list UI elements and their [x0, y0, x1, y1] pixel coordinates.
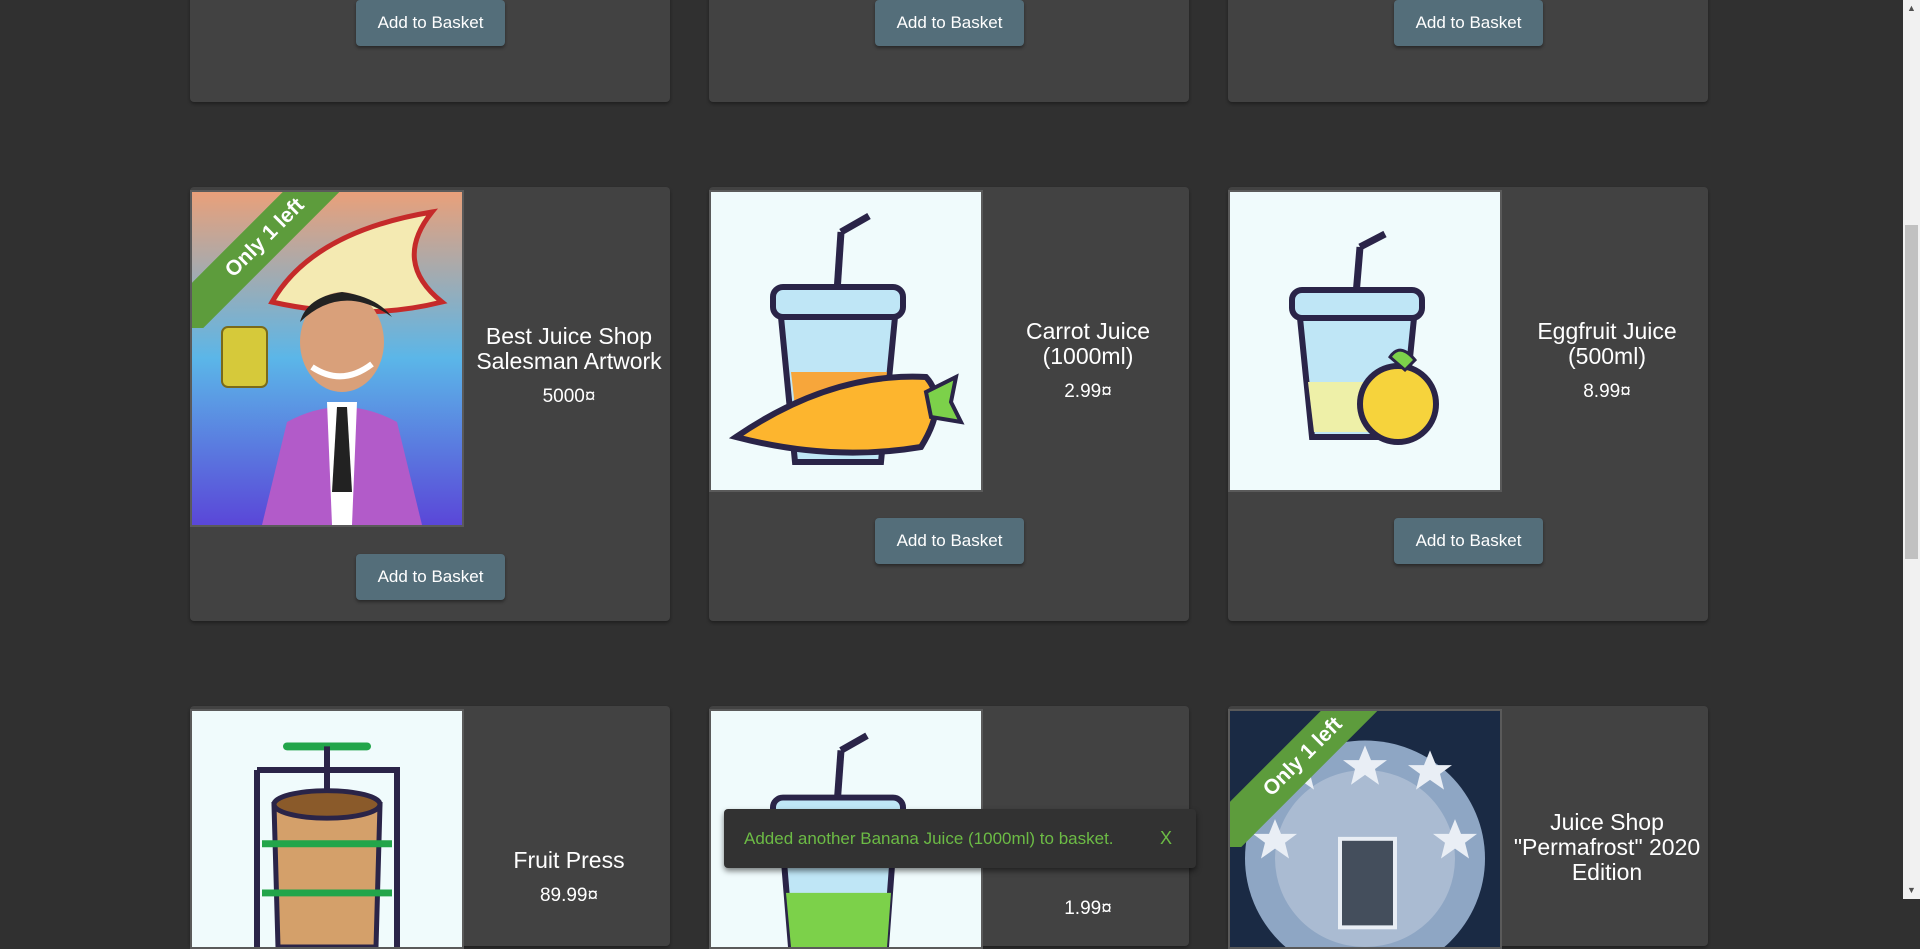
product-name: Carrot Juice (1000ml): [1026, 318, 1150, 369]
product-price: 1.99¤: [1064, 898, 1112, 919]
snackbar-message: Added another Banana Juice (1000ml) to b…: [744, 828, 1114, 848]
snackbar: Added another Banana Juice (1000ml) to b…: [724, 809, 1196, 868]
product-card[interactable]: Carrot Juice (1000ml) 2.99¤ Add to Baske…: [709, 187, 1189, 621]
vertical-scrollbar[interactable]: ▲ ▼: [1903, 0, 1920, 899]
carrot-juice-image[interactable]: [709, 190, 983, 492]
ribbon-label: Only 1 left: [1230, 711, 1404, 847]
product-price: 8.99¤: [1583, 381, 1631, 402]
product-card: Add to Basket: [709, 0, 1189, 102]
product-price: 5000¤: [542, 386, 596, 407]
product-card[interactable]: Only 1 left Juice Shop "Permafrost" 2020…: [1228, 706, 1708, 949]
ribbon-label: Only 1 left: [192, 192, 366, 328]
product-price: 2.99¤: [1064, 381, 1112, 402]
add-to-basket-button[interactable]: Add to Basket: [356, 554, 505, 600]
product-info: 1.99¤: [993, 886, 1183, 920]
only-left-ribbon: Only 1 left: [1230, 711, 1404, 847]
scroll-thumb[interactable]: [1905, 225, 1918, 559]
product-info: Fruit Press 89.99¤: [474, 848, 664, 907]
scroll-down-arrow[interactable]: ▼: [1903, 882, 1920, 899]
product-name: Fruit Press: [513, 847, 625, 873]
product-card: Add to Basket: [190, 0, 670, 102]
product-name: Eggfruit Juice (500ml): [1537, 318, 1677, 369]
add-to-basket-button[interactable]: Add to Basket: [1394, 518, 1543, 564]
product-card: Add to Basket: [1228, 0, 1708, 102]
product-card[interactable]: Eggfruit Juice (500ml) 8.99¤ Add to Bask…: [1228, 187, 1708, 621]
product-name: Best Juice Shop Salesman Artwork: [476, 323, 662, 374]
product-card[interactable]: Fruit Press 89.99¤: [190, 706, 670, 949]
add-to-basket-button[interactable]: Add to Basket: [875, 518, 1024, 564]
only-left-ribbon: Only 1 left: [192, 192, 366, 328]
product-card[interactable]: Only 1 left Best Juice Shop Salesman Art…: [190, 187, 670, 621]
product-name: Juice Shop "Permafrost" 2020 Edition: [1513, 809, 1701, 885]
eggfruit-juice-image[interactable]: [1228, 190, 1502, 492]
fruit-press-image[interactable]: [190, 709, 464, 949]
add-to-basket-button[interactable]: Add to Basket: [356, 0, 505, 46]
product-info: Juice Shop "Permafrost" 2020 Edition: [1512, 810, 1702, 897]
product-info: Carrot Juice (1000ml) 2.99¤: [993, 319, 1183, 403]
product-info: Eggfruit Juice (500ml) 8.99¤: [1512, 319, 1702, 403]
product-price: 89.99¤: [539, 885, 599, 906]
scroll-up-arrow[interactable]: ▲: [1903, 0, 1920, 17]
salesman-artwork-image[interactable]: Only 1 left: [190, 190, 464, 527]
permafrost-image[interactable]: Only 1 left: [1228, 709, 1502, 949]
add-to-basket-button[interactable]: Add to Basket: [1394, 0, 1543, 46]
add-to-basket-button[interactable]: Add to Basket: [875, 0, 1024, 46]
product-info: Best Juice Shop Salesman Artwork 5000¤: [474, 324, 664, 408]
snackbar-close-button[interactable]: X: [1160, 828, 1172, 849]
